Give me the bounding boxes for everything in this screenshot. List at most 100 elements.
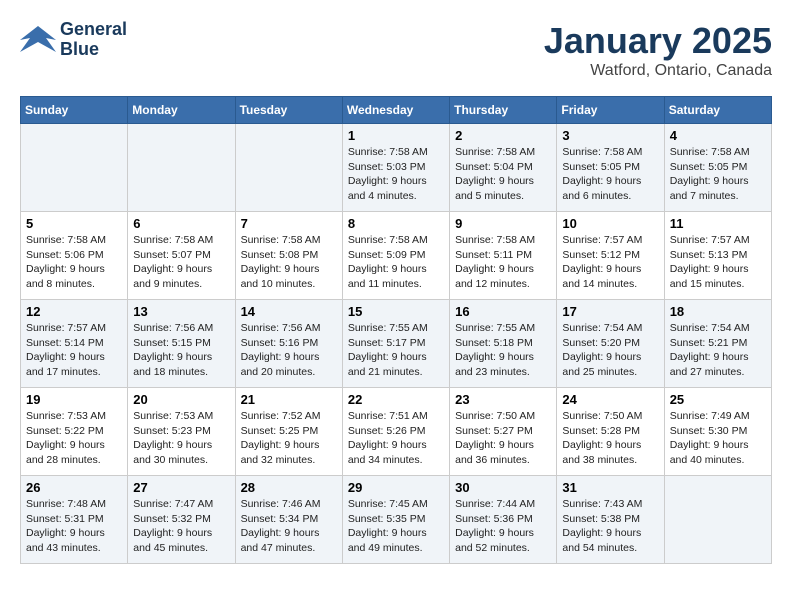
day-number: 9 [455, 216, 551, 231]
day-info: Sunrise: 7:47 AM Sunset: 5:32 PM Dayligh… [133, 497, 229, 556]
calendar-cell: 6Sunrise: 7:58 AM Sunset: 5:07 PM Daylig… [128, 212, 235, 300]
calendar-week-row: 5Sunrise: 7:58 AM Sunset: 5:06 PM Daylig… [21, 212, 772, 300]
logo: General Blue [20, 20, 127, 60]
title-block: January 2025 Watford, Ontario, Canada [544, 20, 772, 80]
day-number: 20 [133, 392, 229, 407]
calendar-cell: 13 Sunrise: 7:56 AM Sunset: 5:15 PM Dayli… [128, 300, 235, 388]
page-subtitle: Watford, Ontario, Canada [544, 62, 772, 80]
day-number: 14 [241, 304, 337, 319]
day-number: 7 [241, 216, 337, 231]
calendar-cell: 28 Sunrise: 7:46 AM Sunset: 5:34 PM Dayli… [235, 476, 342, 564]
day-number: 10 [562, 216, 658, 231]
day-info: Sunrise: 7:55 AM Sunset: 5:17 PM Dayligh… [348, 321, 444, 380]
day-number: 24 [562, 392, 658, 407]
calendar-cell: 24 Sunrise: 7:50 AM Sunset: 5:28 PM Dayli… [557, 388, 664, 476]
day-number: 25 [670, 392, 766, 407]
day-info: Sunrise: 7:48 AM Sunset: 5:31 PM Dayligh… [26, 497, 122, 556]
day-number: 3 [562, 128, 658, 143]
day-number: 13 [133, 304, 229, 319]
day-number: 4 [670, 128, 766, 143]
day-info: Sunrise: 7:58 AM Sunset: 5:09 PM Dayligh… [348, 233, 444, 292]
day-number: 30 [455, 480, 551, 495]
calendar-cell: 10 Sunrise: 7:57 AM Sunset: 5:12 PM Dayli… [557, 212, 664, 300]
day-number: 17 [562, 304, 658, 319]
calendar-cell: 27 Sunrise: 7:47 AM Sunset: 5:32 PM Dayli… [128, 476, 235, 564]
day-number: 22 [348, 392, 444, 407]
calendar-cell: 8 Sunrise: 7:58 AM Sunset: 5:09 PM Daylig… [342, 212, 449, 300]
day-info: Sunrise: 7:58 AM Sunset: 5:05 PM Dayligh… [562, 145, 658, 204]
day-info: Sunrise: 7:57 AM Sunset: 5:12 PM Dayligh… [562, 233, 658, 292]
column-header-wednesday: Wednesday [342, 97, 449, 124]
page-title: January 2025 [544, 20, 772, 62]
day-info: Sunrise: 7:58 AM Sunset: 5:08 PM Dayligh… [241, 233, 337, 292]
logo-icon [20, 22, 56, 58]
column-header-friday: Friday [557, 97, 664, 124]
day-number: 31 [562, 480, 658, 495]
calendar-cell: 30 Sunrise: 7:44 AM Sunset: 5:36 PM Dayli… [450, 476, 557, 564]
day-number: 27 [133, 480, 229, 495]
day-info: Sunrise: 7:44 AM Sunset: 5:36 PM Dayligh… [455, 497, 551, 556]
calendar-cell: 15Sunrise: 7:55 AM Sunset: 5:17 PM Dayli… [342, 300, 449, 388]
calendar-cell: 2 Sunrise: 7:58 AM Sunset: 5:04 PM Daylig… [450, 124, 557, 212]
calendar-cell: 16Sunrise: 7:55 AM Sunset: 5:18 PM Dayli… [450, 300, 557, 388]
calendar-cell: 12 Sunrise: 7:57 AM Sunset: 5:14 PM Dayli… [21, 300, 128, 388]
day-info: Sunrise: 7:43 AM Sunset: 5:38 PM Dayligh… [562, 497, 658, 556]
day-info: Sunrise: 7:55 AM Sunset: 5:18 PM Dayligh… [455, 321, 551, 380]
calendar-cell: 9 Sunrise: 7:58 AM Sunset: 5:11 PM Daylig… [450, 212, 557, 300]
day-number: 18 [670, 304, 766, 319]
calendar-cell: 17 Sunrise: 7:54 AM Sunset: 5:20 PM Dayli… [557, 300, 664, 388]
day-number: 26 [26, 480, 122, 495]
logo-text: General Blue [60, 20, 127, 60]
calendar-cell [128, 124, 235, 212]
column-header-sunday: Sunday [21, 97, 128, 124]
column-header-monday: Monday [128, 97, 235, 124]
day-info: Sunrise: 7:53 AM Sunset: 5:23 PM Dayligh… [133, 409, 229, 468]
day-number: 6 [133, 216, 229, 231]
day-info: Sunrise: 7:46 AM Sunset: 5:34 PM Dayligh… [241, 497, 337, 556]
calendar-cell: 14 Sunrise: 7:56 AM Sunset: 5:16 PM Dayli… [235, 300, 342, 388]
day-info: Sunrise: 7:58 AM Sunset: 5:04 PM Dayligh… [455, 145, 551, 204]
calendar-cell: 22Sunrise: 7:51 AM Sunset: 5:26 PM Dayli… [342, 388, 449, 476]
calendar-cell: 11 Sunrise: 7:57 AM Sunset: 5:13 PM Dayli… [664, 212, 771, 300]
calendar-cell: 29Sunrise: 7:45 AM Sunset: 5:35 PM Dayli… [342, 476, 449, 564]
day-number: 2 [455, 128, 551, 143]
calendar-cell: 23Sunrise: 7:50 AM Sunset: 5:27 PM Dayli… [450, 388, 557, 476]
calendar-week-row: 26 Sunrise: 7:48 AM Sunset: 5:31 PM Dayli… [21, 476, 772, 564]
calendar-cell: 19Sunrise: 7:53 AM Sunset: 5:22 PM Dayli… [21, 388, 128, 476]
day-info: Sunrise: 7:54 AM Sunset: 5:20 PM Dayligh… [562, 321, 658, 380]
day-info: Sunrise: 7:50 AM Sunset: 5:28 PM Dayligh… [562, 409, 658, 468]
day-info: Sunrise: 7:53 AM Sunset: 5:22 PM Dayligh… [26, 409, 122, 468]
day-number: 21 [241, 392, 337, 407]
calendar-cell [21, 124, 128, 212]
calendar-cell: 3 Sunrise: 7:58 AM Sunset: 5:05 PM Daylig… [557, 124, 664, 212]
day-info: Sunrise: 7:57 AM Sunset: 5:13 PM Dayligh… [670, 233, 766, 292]
calendar-cell [664, 476, 771, 564]
day-info: Sunrise: 7:56 AM Sunset: 5:15 PM Dayligh… [133, 321, 229, 380]
calendar-cell: 4 Sunrise: 7:58 AM Sunset: 5:05 PM Daylig… [664, 124, 771, 212]
day-number: 29 [348, 480, 444, 495]
calendar-cell: 31 Sunrise: 7:43 AM Sunset: 5:38 PM Dayli… [557, 476, 664, 564]
day-info: Sunrise: 7:57 AM Sunset: 5:14 PM Dayligh… [26, 321, 122, 380]
calendar-cell: 20 Sunrise: 7:53 AM Sunset: 5:23 PM Dayli… [128, 388, 235, 476]
column-header-thursday: Thursday [450, 97, 557, 124]
day-info: Sunrise: 7:58 AM Sunset: 5:06 PM Dayligh… [26, 233, 122, 292]
day-info: Sunrise: 7:58 AM Sunset: 5:05 PM Dayligh… [670, 145, 766, 204]
day-info: Sunrise: 7:58 AM Sunset: 5:03 PM Dayligh… [348, 145, 444, 204]
day-number: 23 [455, 392, 551, 407]
day-number: 12 [26, 304, 122, 319]
day-info: Sunrise: 7:52 AM Sunset: 5:25 PM Dayligh… [241, 409, 337, 468]
calendar-header-row: SundayMondayTuesdayWednesdayThursdayFrid… [21, 97, 772, 124]
day-info: Sunrise: 7:58 AM Sunset: 5:11 PM Dayligh… [455, 233, 551, 292]
calendar-table: SundayMondayTuesdayWednesdayThursdayFrid… [20, 96, 772, 564]
calendar-week-row: 19Sunrise: 7:53 AM Sunset: 5:22 PM Dayli… [21, 388, 772, 476]
calendar-cell: 18Sunrise: 7:54 AM Sunset: 5:21 PM Dayli… [664, 300, 771, 388]
calendar-cell: 7 Sunrise: 7:58 AM Sunset: 5:08 PM Daylig… [235, 212, 342, 300]
day-info: Sunrise: 7:56 AM Sunset: 5:16 PM Dayligh… [241, 321, 337, 380]
day-info: Sunrise: 7:49 AM Sunset: 5:30 PM Dayligh… [670, 409, 766, 468]
column-header-tuesday: Tuesday [235, 97, 342, 124]
calendar-week-row: 12 Sunrise: 7:57 AM Sunset: 5:14 PM Dayli… [21, 300, 772, 388]
day-number: 28 [241, 480, 337, 495]
day-number: 11 [670, 216, 766, 231]
day-number: 8 [348, 216, 444, 231]
calendar-week-row: 1Sunrise: 7:58 AM Sunset: 5:03 PM Daylig… [21, 124, 772, 212]
